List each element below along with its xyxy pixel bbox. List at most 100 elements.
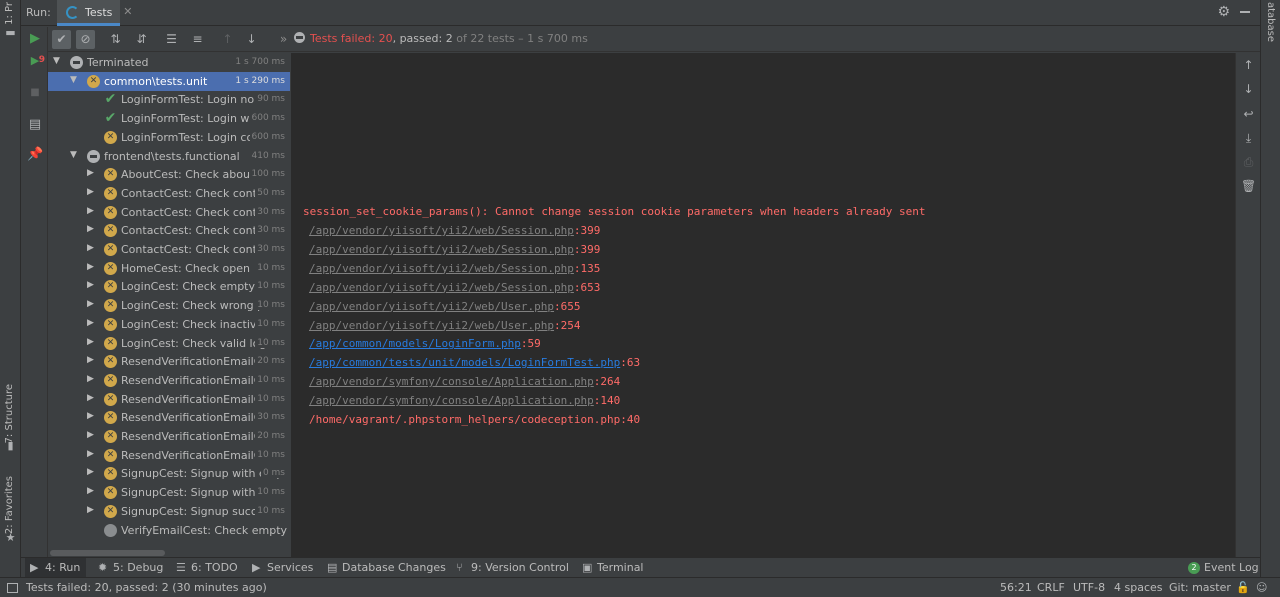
tree-row[interactable]: ▶ ✕ LoginCest: Check wrong pa 10 ms: [48, 296, 290, 315]
collapse-all-icon[interactable]: ≡: [188, 30, 207, 49]
test-tree[interactable]: ▼ Terminated 1 s 700 ms ▼ ✕ common\tests.unit…: [48, 53, 290, 557]
database-tool-button[interactable]: atabase: [1265, 2, 1276, 42]
project-tool-button[interactable]: 1: Pr: [4, 2, 15, 25]
favorites-tool-button[interactable]: 2: Favorites: [4, 476, 15, 534]
expand-all-icon[interactable]: ☰: [162, 30, 181, 49]
close-icon[interactable]: ✕: [123, 5, 132, 18]
more-actions-icon[interactable]: »: [274, 30, 293, 49]
tree-row[interactable]: ✔ LoginFormTest: Login wron 600 ms: [48, 109, 290, 128]
sort-duration-icon[interactable]: ⇵: [132, 30, 151, 49]
stack-trace-link[interactable]: /app/vendor/yiisoft/yii2/web/Session.php: [309, 243, 574, 256]
stack-trace-link[interactable]: /app/vendor/symfony/console/Application.…: [309, 375, 594, 388]
stack-trace-link[interactable]: /app/vendor/yiisoft/yii2/web/Session.php: [309, 281, 574, 294]
up-stack-icon[interactable]: ↑: [1241, 58, 1256, 73]
chevron-right-icon[interactable]: ▶: [87, 224, 97, 234]
chevron-right-icon[interactable]: ▶: [87, 467, 97, 477]
chevron-right-icon[interactable]: ▶: [87, 243, 97, 253]
tree-row[interactable]: ▶ ✕ ResendVerificationEmailCes 20 ms: [48, 352, 290, 371]
tree-row[interactable]: ▶ ✕ ContactCest: Check contact 30 ms: [48, 240, 290, 259]
chevron-right-icon[interactable]: ▶: [87, 280, 97, 290]
indent-setting[interactable]: 4 spaces: [1114, 581, 1163, 594]
next-failed-icon[interactable]: ↓: [242, 30, 261, 49]
tab-todo[interactable]: ☰ 6: TODO: [171, 558, 244, 578]
chevron-right-icon[interactable]: ▶: [87, 430, 97, 440]
tree-row[interactable]: ▶ ✕ ContactCest: Check contact 50 ms: [48, 184, 290, 203]
scrollbar-thumb[interactable]: [50, 550, 165, 556]
layout-icon[interactable]: ▤: [27, 117, 43, 133]
chevron-right-icon[interactable]: ▶: [87, 486, 97, 496]
tree-row[interactable]: ✕ LoginFormTest: Login corr 600 ms: [48, 128, 290, 147]
memory-indicator-icon[interactable]: ☺: [1256, 581, 1267, 594]
chevron-right-icon[interactable]: ▶: [87, 262, 97, 272]
chevron-right-icon[interactable]: ▶: [87, 187, 97, 197]
structure-tool-button[interactable]: 7: Structure: [4, 384, 15, 443]
tab-database-changes[interactable]: ▤ Database Changes: [322, 558, 452, 578]
tree-row[interactable]: ▼ Terminated 1 s 700 ms: [48, 53, 290, 72]
tab-debug[interactable]: ✹ 5: Debug: [93, 558, 169, 578]
clear-all-icon[interactable]: 🗑: [1241, 179, 1256, 194]
tree-row[interactable]: ▶ ✕ ContactCest: Check contact 30 ms: [48, 203, 290, 222]
chevron-right-icon[interactable]: ▶: [87, 337, 97, 347]
stack-trace-link[interactable]: /app/common/models/LoginForm.php: [309, 337, 521, 350]
chevron-right-icon[interactable]: ▶: [87, 449, 97, 459]
console-output[interactable]: session_set_cookie_params(): Cannot chan…: [291, 53, 1235, 557]
tree-row[interactable]: ▶ ✕ AboutCest: Check about 100 ms: [48, 165, 290, 184]
tree-row[interactable]: ▶ ✕ LoginCest: Check inactive a 10 ms: [48, 315, 290, 334]
tree-row[interactable]: ✔ LoginFormTest: Login no us 90 ms: [48, 90, 290, 109]
chevron-right-icon[interactable]: ▶: [87, 206, 97, 216]
stack-trace-link[interactable]: /app/vendor/yiisoft/yii2/web/Session.php: [309, 224, 574, 237]
tab-event-log[interactable]: 2 Event Log: [1184, 558, 1265, 578]
rerun-failed-icon[interactable]: ▶ 9: [27, 53, 45, 69]
tab-version-control[interactable]: ⑂ 9: Version Control: [451, 558, 575, 578]
caret-position[interactable]: 56:21: [1000, 581, 1032, 594]
chevron-right-icon[interactable]: ▶: [87, 505, 97, 515]
tree-row[interactable]: ▶ ✕ ContactCest: Check contact 30 ms: [48, 221, 290, 240]
sort-alpha-icon[interactable]: ⇅: [106, 30, 125, 49]
stack-trace-link[interactable]: /app/vendor/yiisoft/yii2/web/Session.php: [309, 262, 574, 275]
stack-trace-link[interactable]: /app/common/tests/unit/models/LoginFormT…: [309, 356, 620, 369]
line-separator[interactable]: CRLF: [1037, 581, 1065, 594]
git-branch[interactable]: Git: master: [1169, 581, 1231, 594]
tree-row[interactable]: ▼ ✕ common\tests.unit 1 s 290 ms: [48, 71, 290, 91]
chevron-right-icon[interactable]: ▶: [87, 168, 97, 178]
chevron-right-icon[interactable]: ▶: [87, 318, 97, 328]
chevron-down-icon[interactable]: ▼: [53, 56, 63, 66]
chevron-down-icon[interactable]: ▼: [70, 150, 80, 160]
tab-services[interactable]: ▶ Services: [247, 558, 319, 578]
down-stack-icon[interactable]: ↓: [1241, 82, 1256, 97]
tree-horizontal-scrollbar[interactable]: [48, 549, 290, 557]
tree-row[interactable]: ▶ ✕ ResendVerificationEmailCes 10 ms: [48, 446, 290, 465]
tree-row[interactable]: ▶ ✕ ResendVerificationEmailCes 20 ms: [48, 427, 290, 446]
file-encoding[interactable]: UTF-8: [1073, 581, 1105, 594]
chevron-right-icon[interactable]: ▶: [87, 411, 97, 421]
status-message[interactable]: Tests failed: 20, passed: 2 (30 minutes …: [26, 581, 267, 594]
tree-row[interactable]: ▼ frontend\tests.functional 410 ms: [48, 147, 290, 166]
pin-icon[interactable]: 📌: [27, 147, 43, 163]
previous-failed-icon[interactable]: ↑: [218, 30, 237, 49]
tool-windows-icon[interactable]: [7, 583, 18, 593]
tree-row[interactable]: ▶ ✕ SignupCest: Signup with wr 10 ms: [48, 483, 290, 502]
show-passed-icon[interactable]: ✔: [52, 30, 71, 49]
tree-row[interactable]: ▶ ✕ LoginCest: Check valid logi 10 ms: [48, 334, 290, 353]
show-ignored-icon[interactable]: ⊘: [76, 30, 95, 49]
scroll-to-end-icon[interactable]: ⤓: [1241, 131, 1256, 146]
tab-tests[interactable]: Tests ✕: [57, 0, 132, 26]
rerun-icon[interactable]: ▶: [27, 31, 43, 47]
chevron-down-icon[interactable]: ▼: [70, 75, 80, 85]
tab-terminal[interactable]: ▣ Terminal: [577, 558, 650, 578]
chevron-right-icon[interactable]: ▶: [87, 355, 97, 365]
chevron-right-icon[interactable]: ▶: [87, 393, 97, 403]
chevron-right-icon[interactable]: ▶: [87, 374, 97, 384]
tree-row[interactable]: ▶ ✕ HomeCest: Check open 10 ms: [48, 259, 290, 278]
tab-run[interactable]: ▶ 4: Run: [25, 558, 87, 578]
soft-wrap-icon[interactable]: ↩: [1241, 107, 1256, 122]
tree-row[interactable]: ▶ ✕ ResendVerificationEmailCes 10 ms: [48, 371, 290, 390]
tree-row[interactable]: ▶ ✕ LoginCest: Check empty 10 ms: [48, 277, 290, 296]
tree-row[interactable]: ▶ ✕ ResendVerificationEmailCes 10 ms: [48, 390, 290, 409]
tree-row[interactable]: ▶ ✕ ResendVerificationEmailCes 30 ms: [48, 408, 290, 427]
chevron-right-icon[interactable]: ▶: [87, 299, 97, 309]
tree-row[interactable]: ▶ ✕ SignupCest: Signup with emp 0 ms: [48, 464, 290, 483]
tree-row[interactable]: VerifyEmailCest: Check empty toke: [48, 521, 290, 540]
lock-icon[interactable]: 🔓: [1236, 581, 1250, 594]
stack-trace-link[interactable]: /app/vendor/symfony/console/Application.…: [309, 394, 594, 407]
